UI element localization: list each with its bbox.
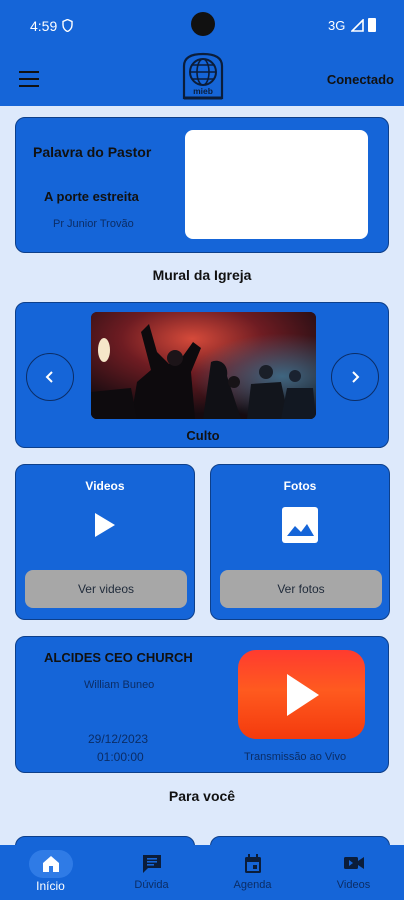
videocam-icon (343, 857, 364, 869)
nav-label-duvida: Dúvida (134, 879, 169, 891)
for-you-title: Para você (168, 788, 236, 804)
status-bar: 4:59 3G (0, 0, 404, 52)
network-type: 3G (328, 18, 346, 33)
youtube-play-icon (287, 674, 319, 716)
home-icon (42, 856, 59, 872)
battery-icon (368, 18, 376, 32)
mural-carousel-card: Culto (15, 302, 389, 448)
live-church-name: ALCIDES CEO CHURCH (44, 650, 193, 665)
see-videos-button[interactable]: Ver videos (25, 570, 187, 608)
live-stream-card: ALCIDES CEO CHURCH William Buneo 29/12/2… (15, 636, 389, 773)
nav-label-inicio: Início (36, 879, 65, 893)
photos-title: Fotos (283, 479, 317, 493)
live-host-name: William Buneo (84, 679, 155, 691)
image-icon (282, 507, 318, 543)
chevron-right-icon (352, 371, 360, 383)
nav-item-videos[interactable]: Videos (303, 845, 404, 900)
youtube-play-button[interactable] (238, 650, 365, 739)
signal-icon (351, 19, 364, 32)
nav-label-videos: Videos (336, 879, 371, 891)
carousel-next-button[interactable] (331, 353, 379, 401)
play-icon (95, 513, 115, 537)
pastor-word-subtitle: A porte estreita (44, 189, 139, 204)
live-time: 01:00:00 (97, 750, 144, 764)
app-bar: mieb Conectado (0, 52, 404, 106)
mural-title: Mural da Igreja (152, 267, 252, 283)
carousel-image[interactable] (91, 312, 316, 419)
menu-icon[interactable] (19, 71, 39, 87)
calendar-icon (244, 854, 261, 873)
nav-label-agenda: Agenda (233, 879, 272, 891)
shield-icon (62, 19, 73, 32)
photos-card: Fotos Ver fotos (210, 464, 390, 620)
pastor-word-image (185, 130, 368, 239)
carousel-caption: Culto (186, 428, 220, 443)
chevron-left-icon (45, 371, 53, 383)
camera-cutout (191, 12, 215, 36)
nav-item-duvida[interactable]: Dúvida (101, 845, 202, 900)
chat-icon (142, 855, 161, 873)
live-stream-label: Transmissão ao Vivo (244, 751, 347, 763)
bottom-navigation: Início Dúvida Agenda Videos (0, 845, 404, 900)
carousel-prev-button[interactable] (26, 353, 74, 401)
logo-text: mieb (193, 86, 213, 96)
videos-card: Videos Ver videos (15, 464, 195, 620)
pastor-word-card[interactable]: Palavra do Pastor A porte estreita Pr Ju… (15, 117, 389, 253)
nav-item-inicio[interactable]: Início (0, 845, 101, 900)
status-time: 4:59 (30, 18, 58, 34)
pastor-word-title: Palavra do Pastor (33, 144, 152, 160)
church-logo: mieb (182, 52, 224, 104)
live-date: 29/12/2023 (88, 732, 149, 746)
nav-item-agenda[interactable]: Agenda (202, 845, 303, 900)
see-photos-button[interactable]: Ver fotos (220, 570, 382, 608)
pastor-word-author: Pr Junior Trovão (53, 218, 134, 230)
connection-status: Conectado (326, 72, 394, 87)
videos-title: Videos (85, 479, 125, 493)
